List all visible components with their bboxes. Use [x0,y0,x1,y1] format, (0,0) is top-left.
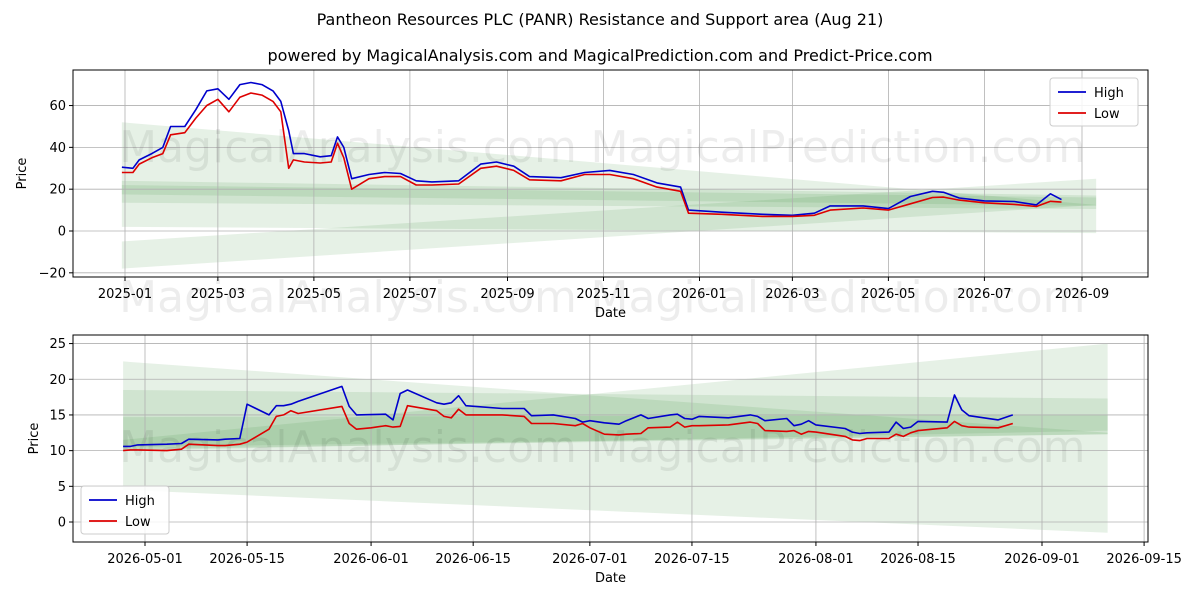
x-tick-label: 2026-05-01 [107,552,183,567]
y-axis-label: Price [27,423,42,455]
legend-label-high: High [1094,86,1124,101]
charts-canvas: MagicalAnalysis.com MagicalPrediction.com… [15,69,1182,586]
watermark-text: MagicalAnalysis.com [119,422,577,473]
x-tick-label: 2025-09 [480,287,534,302]
watermark-text: MagicalPrediction.com [591,122,1086,173]
legend-label-low: Low [125,515,151,530]
y-tick-label: 40 [49,141,66,156]
x-axis-label: Date [595,571,626,586]
y-tick-label: 15 [49,408,66,423]
y-tick-label: 0 [58,225,66,240]
legend: High Low [1049,77,1139,127]
x-axis-label: Date [595,306,626,321]
legend-label-low: Low [1094,107,1120,122]
x-tick-label: 2026-07-01 [552,552,628,567]
x-tick-label: 2026-09-01 [1004,552,1080,567]
y-tick-label: 25 [49,337,66,352]
x-tick-label: 2026-05-15 [209,552,285,567]
watermark-text: MagicalPrediction.com [591,422,1086,473]
y-tick-label: 20 [49,373,66,388]
x-tick-label: 2026-01 [672,287,726,302]
y-tick-label: 60 [49,99,66,114]
x-tick-label: 2025-07 [383,287,437,302]
y-tick-label: 0 [58,516,66,531]
chart-panel-2: MagicalAnalysis.com MagicalPrediction.com… [27,334,1182,586]
y-tick-label: 20 [49,183,66,198]
x-tick-label: 2026-09-15 [1106,552,1182,567]
x-tick-label: 2026-08-15 [880,552,956,567]
x-tick-label: 2025-03 [191,287,245,302]
y-tick-label: −20 [39,266,66,281]
x-tick-label: 2026-06-01 [333,552,409,567]
x-tick-label: 2025-05 [287,287,341,302]
x-tick-label: 2026-08-01 [778,552,854,567]
x-tick-label: 2026-09 [1055,287,1109,302]
x-tick-label: 2026-07-15 [654,552,730,567]
legend-label-high: High [125,494,155,509]
x-tick-label: 2026-07 [957,287,1011,302]
x-tick-label: 2025-01 [98,287,152,302]
legend: High Low [80,485,170,535]
x-tick-label: 2026-05 [861,287,915,302]
x-tick-label: 2025-11 [576,287,630,302]
y-tick-label: 10 [49,444,66,459]
y-axis-label: Price [15,158,30,190]
x-tick-label: 2026-06-15 [435,552,511,567]
y-tick-label: 5 [58,480,66,495]
chart-panel-1: MagicalAnalysis.com MagicalPrediction.com… [15,69,1149,323]
x-tick-label: 2026-03 [765,287,819,302]
